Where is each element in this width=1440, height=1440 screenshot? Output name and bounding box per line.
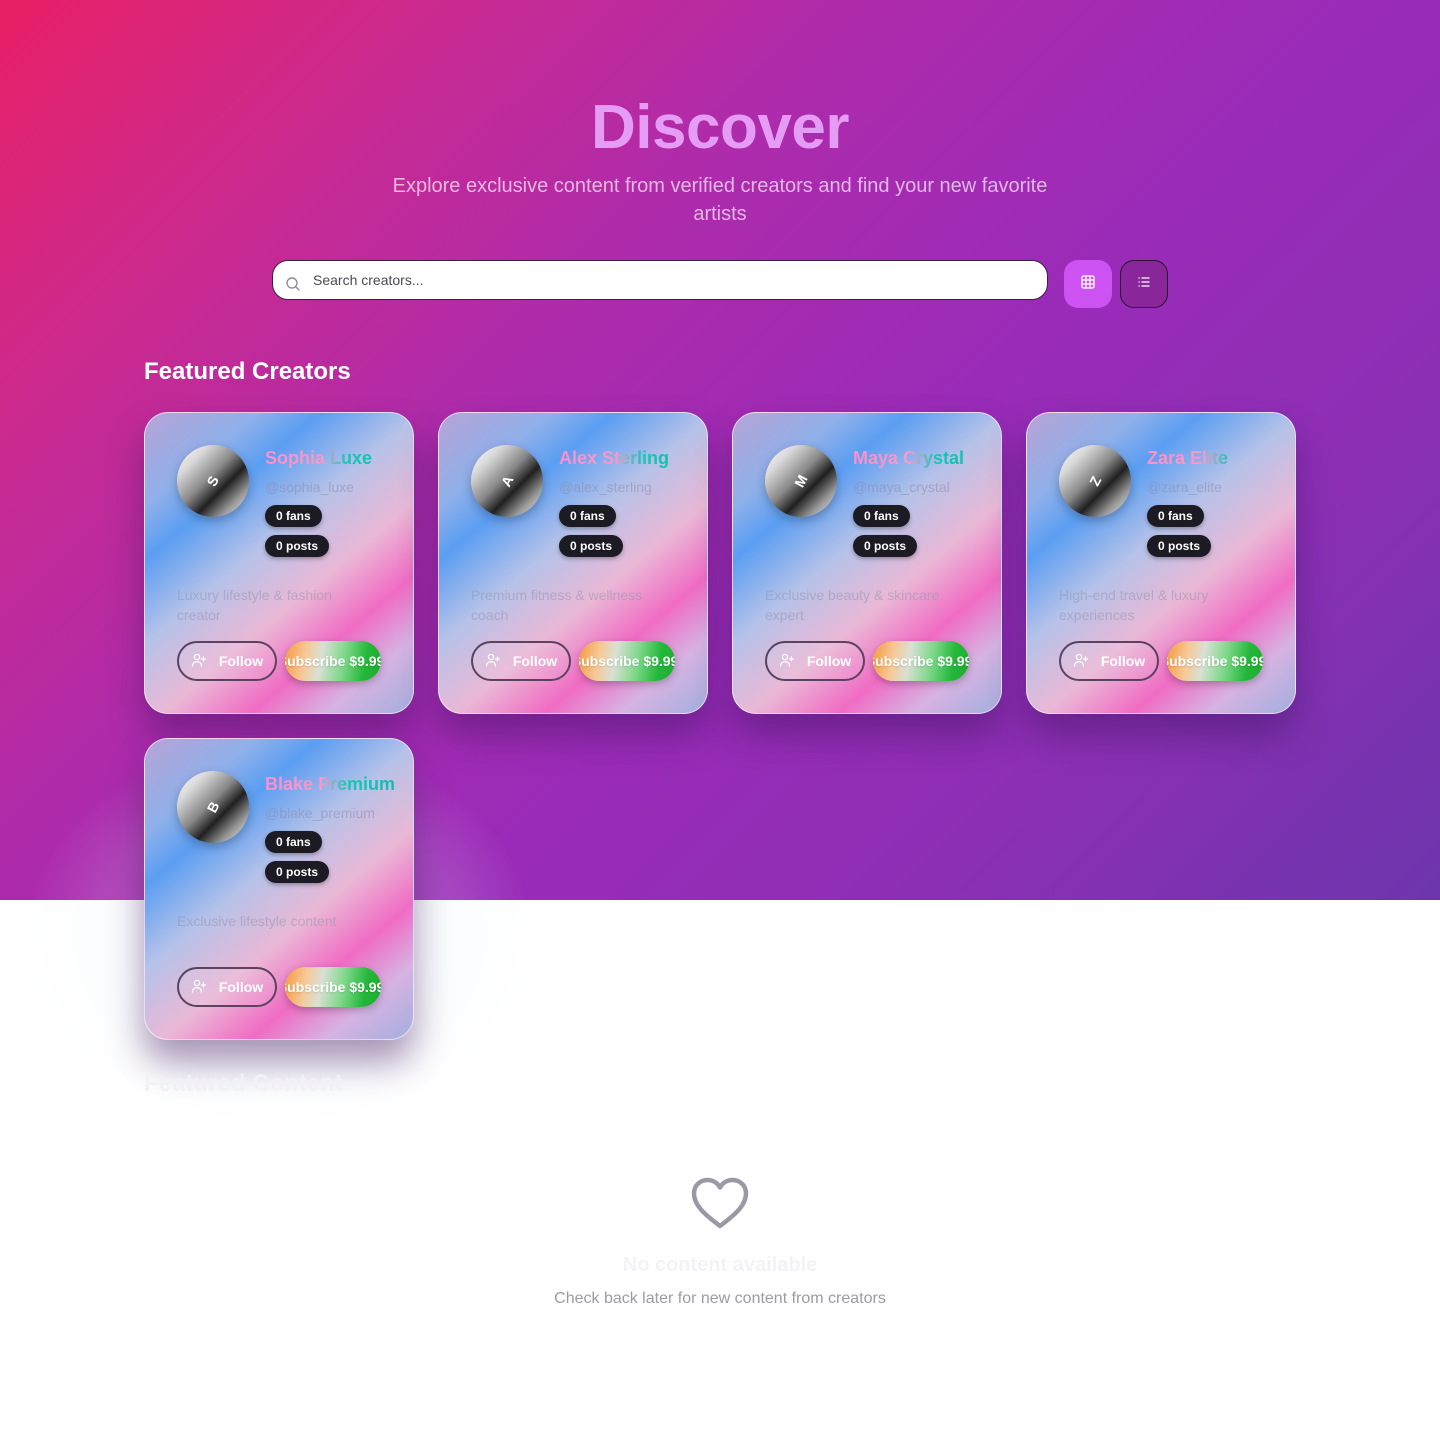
subscribe-label: Subscribe $9.99/	[285, 653, 381, 669]
creator-bio: High-end travel & luxury experiences	[1059, 587, 1209, 623]
empty-state-subtitle: Check back later for new content from cr…	[554, 1290, 886, 1307]
follow-button[interactable]: Follow	[177, 641, 277, 681]
subscribe-label: Subscribe $9.99/	[873, 653, 969, 669]
search-icon	[285, 276, 301, 292]
posts-count-badge: 0 posts	[1147, 535, 1212, 557]
user-plus-icon	[1073, 652, 1089, 671]
fans-count-badge: 0 fans	[1147, 505, 1204, 527]
creator-handle: @maya_crystal	[853, 479, 950, 495]
avatar[interactable]: A	[471, 445, 543, 517]
posts-count-badge: 0 posts	[559, 535, 624, 557]
user-plus-icon	[191, 978, 207, 997]
follow-label: Follow	[1100, 653, 1146, 669]
search-bar[interactable]	[272, 260, 1048, 300]
avatar[interactable]: B	[177, 771, 249, 843]
fans-count-badge: 0 fans	[559, 505, 616, 527]
subscribe-button[interactable]: Subscribe $9.99/	[1167, 641, 1263, 681]
heart-icon	[690, 1174, 750, 1234]
subscribe-label: Subscribe $9.99/	[579, 653, 675, 669]
creator-name[interactable]: Maya Crystal	[853, 448, 995, 472]
creator-card[interactable]: B Blake Premium @blake_premium 0 fans 0 …	[144, 738, 414, 1040]
follow-label: Follow	[806, 653, 852, 669]
page-subtitle: Explore exclusive content from verified …	[392, 175, 1048, 225]
user-plus-icon	[779, 652, 795, 671]
page-title: Discover	[591, 93, 849, 162]
avatar-initial: M	[791, 472, 811, 490]
subscribe-button[interactable]: Subscribe $9.99/	[873, 641, 969, 681]
subscribe-button[interactable]: Subscribe $9.99/	[285, 967, 381, 1007]
avatar-initial: Z	[1085, 473, 1105, 489]
empty-state-title: No content available	[622, 1254, 818, 1276]
follow-label: Follow	[512, 653, 558, 669]
avatar-initial: S	[203, 473, 223, 489]
fans-count-badge: 0 fans	[265, 831, 322, 853]
avatar-initial: B	[203, 798, 223, 816]
creator-card[interactable]: Z Zara Elite @zara_elite 0 fans 0 posts …	[1026, 412, 1296, 714]
creator-bio: Premium fitness & wellness coach	[471, 587, 643, 623]
subscribe-button[interactable]: Subscribe $9.99/	[579, 641, 675, 681]
grid-view-button[interactable]	[1064, 260, 1112, 308]
posts-count-badge: 0 posts	[265, 535, 330, 557]
creator-bio: Exclusive beauty & skincare expert	[765, 587, 940, 623]
posts-count-badge: 0 posts	[853, 535, 918, 557]
creator-card[interactable]: M Maya Crystal @maya_crystal 0 fans 0 po…	[732, 412, 1002, 714]
discover-page: Discover Explore exclusive content from …	[0, 0, 1440, 1440]
follow-button[interactable]: Follow	[765, 641, 865, 681]
creator-name[interactable]: Blake Premium	[265, 774, 407, 798]
creator-name[interactable]: Alex Sterling	[559, 448, 701, 472]
fans-count-badge: 0 fans	[853, 505, 910, 527]
avatar[interactable]: M	[765, 445, 837, 517]
user-plus-icon	[485, 652, 501, 671]
featured-creators-title: Featured Creators	[144, 358, 351, 385]
creator-name[interactable]: Zara Elite	[1147, 448, 1289, 472]
creator-bio: Luxury lifestyle & fashion creator	[177, 587, 332, 623]
subscribe-button[interactable]: Subscribe $9.99/	[285, 641, 381, 681]
creator-handle: @zara_elite	[1147, 479, 1222, 495]
creator-bio: Exclusive lifestyle content	[177, 913, 337, 929]
creator-handle: @alex_sterling	[559, 479, 652, 495]
avatar[interactable]: Z	[1059, 445, 1131, 517]
search-input[interactable]	[313, 261, 1033, 299]
follow-label: Follow	[218, 979, 264, 995]
creator-handle: @sophia_luxe	[265, 479, 354, 495]
grid-icon	[1080, 274, 1096, 295]
featured-content-title: Featured Content	[144, 1070, 343, 1097]
creator-card[interactable]: A Alex Sterling @alex_sterling 0 fans 0 …	[438, 412, 708, 714]
user-plus-icon	[191, 652, 207, 671]
creator-card[interactable]: S Sophia Luxe @sophia_luxe 0 fans 0 post…	[144, 412, 414, 714]
avatar-initial: A	[497, 472, 517, 490]
follow-button[interactable]: Follow	[471, 641, 571, 681]
avatar[interactable]: S	[177, 445, 249, 517]
list-icon	[1136, 274, 1152, 295]
follow-label: Follow	[218, 653, 264, 669]
creator-name[interactable]: Sophia Luxe	[265, 448, 407, 472]
posts-count-badge: 0 posts	[265, 861, 330, 883]
creator-handle: @blake_premium	[265, 805, 375, 821]
follow-button[interactable]: Follow	[1059, 641, 1159, 681]
subscribe-label: Subscribe $9.99/	[1167, 653, 1263, 669]
follow-button[interactable]: Follow	[177, 967, 277, 1007]
subscribe-label: Subscribe $9.99/	[285, 979, 381, 995]
fans-count-badge: 0 fans	[265, 505, 322, 527]
list-view-button[interactable]	[1120, 260, 1168, 308]
